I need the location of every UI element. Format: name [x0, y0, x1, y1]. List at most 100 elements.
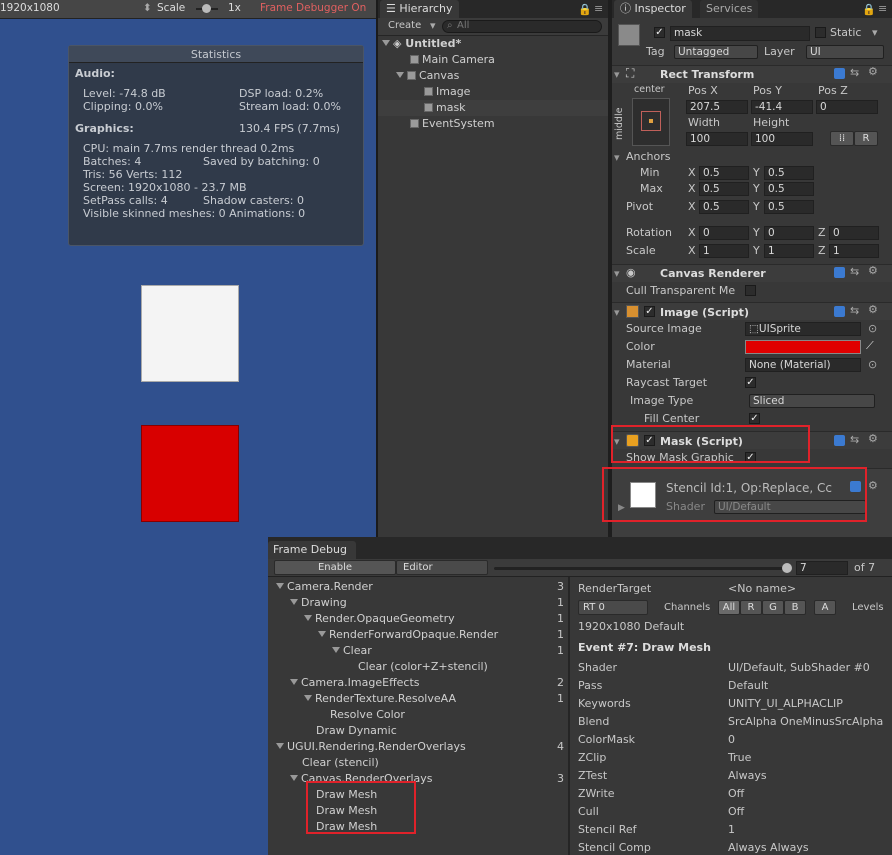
- rt-dropdown[interactable]: RT 0: [578, 600, 648, 615]
- expand-icon[interactable]: [276, 743, 284, 749]
- lock-icon[interactable]: 🔒: [862, 3, 876, 16]
- rotation-x[interactable]: 0: [699, 226, 749, 240]
- preset-icon[interactable]: ⇆: [850, 433, 859, 446]
- rotation-z[interactable]: 0: [829, 226, 879, 240]
- scale-x[interactable]: 1: [699, 244, 749, 258]
- static-checkbox[interactable]: [815, 27, 826, 38]
- expand-icon[interactable]: [304, 615, 312, 621]
- expand-icon[interactable]: [382, 40, 390, 46]
- hierarchy-search[interactable]: ⌕ All: [442, 20, 602, 33]
- tree-item[interactable]: Camera.ImageEffects 2: [272, 675, 564, 691]
- width-field[interactable]: 100: [686, 132, 748, 146]
- pivot-x[interactable]: 0.5: [699, 200, 749, 214]
- expand-icon[interactable]: [304, 695, 312, 701]
- anchor-min-x[interactable]: 0.5: [699, 166, 749, 180]
- resolution-dropdown[interactable]: 1920x1080: [0, 2, 60, 14]
- expand-icon[interactable]: [332, 647, 340, 653]
- tree-item[interactable]: Drawing 1: [272, 595, 564, 611]
- hierarchy-item-eventsystem[interactable]: EventSystem: [410, 116, 495, 132]
- tab-services[interactable]: Services: [700, 0, 759, 18]
- pivot-y[interactable]: 0.5: [764, 200, 814, 214]
- preset-icon[interactable]: ⇆: [850, 304, 859, 317]
- expand-icon[interactable]: [290, 599, 298, 605]
- fill-center-checkbox[interactable]: ✓: [749, 413, 760, 424]
- tree-item[interactable]: Clear (color+Z+stencil): [272, 659, 564, 675]
- image-enabled-checkbox[interactable]: ✓: [644, 306, 655, 317]
- chevron-down-icon[interactable]: ▾: [872, 26, 878, 39]
- name-field[interactable]: mask: [670, 26, 810, 41]
- tree-item[interactable]: Clear (stencil): [272, 755, 564, 771]
- expand-icon[interactable]: [290, 775, 298, 781]
- expand-icon[interactable]: ▾: [614, 68, 620, 81]
- image-type-dropdown[interactable]: Sliced: [749, 394, 875, 408]
- help-icon[interactable]: [834, 306, 845, 317]
- preset-icon[interactable]: ⇆: [850, 66, 859, 79]
- tree-item[interactable]: Resolve Color: [272, 707, 564, 723]
- event-number-field[interactable]: 7: [796, 561, 848, 575]
- create-dropdown[interactable]: Create: [388, 20, 421, 31]
- expand-icon[interactable]: ▾: [614, 306, 620, 319]
- raw-edit-button[interactable]: R: [854, 131, 878, 146]
- anchor-preset-button[interactable]: [632, 98, 670, 146]
- channel-g[interactable]: G: [762, 600, 784, 615]
- tree-item[interactable]: Render.OpaqueGeometry 1: [272, 611, 564, 627]
- channel-a[interactable]: A: [814, 600, 836, 615]
- splitter[interactable]: [568, 577, 570, 855]
- gear-icon[interactable]: ⚙: [868, 65, 878, 78]
- rotation-y[interactable]: 0: [764, 226, 814, 240]
- tab-inspector[interactable]: ⓘ Inspector: [614, 0, 692, 18]
- anchor-max-y[interactable]: 0.5: [764, 182, 814, 196]
- color-swatch[interactable]: [745, 340, 861, 354]
- tree-item[interactable]: Clear 1: [272, 643, 564, 659]
- gear-icon[interactable]: ⚙: [868, 479, 878, 492]
- cull-checkbox[interactable]: [745, 285, 756, 296]
- menu-icon[interactable]: ≡: [594, 2, 603, 15]
- help-icon[interactable]: [834, 267, 845, 278]
- object-picker-icon[interactable]: ⊙: [868, 322, 877, 335]
- target-dropdown[interactable]: Editor: [396, 560, 488, 575]
- material-field[interactable]: None (Material): [745, 358, 861, 372]
- anchor-max-x[interactable]: 0.5: [699, 182, 749, 196]
- tree-item[interactable]: RenderForwardOpaque.Render 1: [272, 627, 564, 643]
- lock-icon[interactable]: 🔒: [578, 3, 592, 16]
- gear-icon[interactable]: ⚙: [868, 303, 878, 316]
- hierarchy-item-main-camera[interactable]: Main Camera: [410, 52, 495, 68]
- scale-z[interactable]: 1: [829, 244, 879, 258]
- tab-frame-debug[interactable]: Frame Debug: [268, 541, 356, 559]
- help-icon[interactable]: [834, 68, 845, 79]
- expand-icon[interactable]: [396, 72, 404, 78]
- height-field[interactable]: 100: [751, 132, 813, 146]
- expand-icon[interactable]: ▾: [614, 267, 620, 280]
- posy-field[interactable]: -41.4: [751, 100, 813, 114]
- scale-slider-knob[interactable]: [202, 4, 211, 13]
- event-slider-knob[interactable]: [782, 563, 792, 573]
- gear-icon[interactable]: ⚙: [868, 264, 878, 277]
- hierarchy-item-canvas[interactable]: Canvas: [396, 68, 459, 84]
- tree-item[interactable]: Draw Dynamic: [272, 723, 564, 739]
- posx-field[interactable]: 207.5: [686, 100, 748, 114]
- channel-b[interactable]: B: [784, 600, 806, 615]
- channel-r[interactable]: R: [740, 600, 762, 615]
- event-slider[interactable]: [494, 567, 790, 570]
- preset-icon[interactable]: ⇆: [850, 265, 859, 278]
- enable-button[interactable]: Enable: [274, 560, 396, 575]
- tree-item[interactable]: Camera.Render 3: [272, 579, 564, 595]
- tree-item[interactable]: RenderTexture.ResolveAA 1: [272, 691, 564, 707]
- expand-icon[interactable]: [290, 679, 298, 685]
- blueprint-button[interactable]: ⁞⁞: [830, 131, 854, 146]
- tree-item[interactable]: UGUI.Rendering.RenderOverlays 4: [272, 739, 564, 755]
- hierarchy-item-image[interactable]: Image: [424, 84, 470, 100]
- gear-icon[interactable]: ⚙: [868, 432, 878, 445]
- object-picker-icon[interactable]: ⊙: [868, 358, 877, 371]
- expand-icon[interactable]: ▾: [614, 151, 620, 164]
- tag-dropdown[interactable]: Untagged: [674, 45, 758, 59]
- channel-all[interactable]: All: [718, 600, 740, 615]
- scale-y[interactable]: 1: [764, 244, 814, 258]
- raycast-checkbox[interactable]: ✓: [745, 377, 756, 388]
- expand-icon[interactable]: [318, 631, 326, 637]
- help-icon[interactable]: [834, 435, 845, 446]
- eyedropper-icon[interactable]: ⟋: [866, 339, 874, 353]
- posz-field[interactable]: 0: [816, 100, 878, 114]
- anchor-min-y[interactable]: 0.5: [764, 166, 814, 180]
- expand-icon[interactable]: [276, 583, 284, 589]
